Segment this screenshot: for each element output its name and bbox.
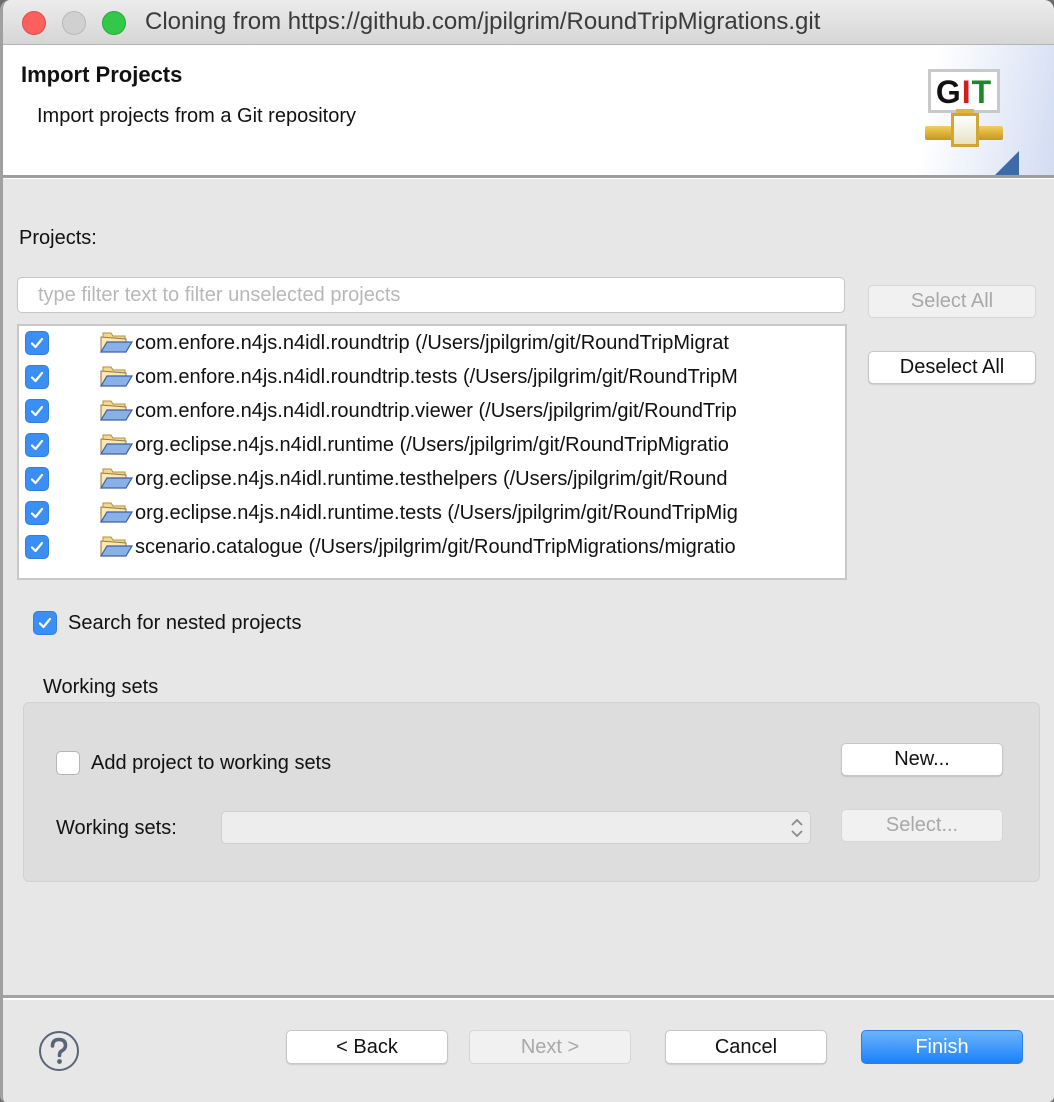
open-folder-icon [99,366,133,387]
wizard-banner: Import Projects Import projects from a G… [3,45,1054,178]
checkmark-icon [30,541,44,553]
project-row[interactable]: com.enfore.n4js.n4idl.roundtrip.viewer (… [19,394,845,428]
title-bar[interactable]: Cloning from https://github.com/jpilgrim… [3,0,1054,45]
maximize-window-button[interactable] [102,11,126,35]
new-working-set-button[interactable]: New... [841,743,1003,776]
wizard-content: Projects: com.enfore.n4js.n4idl.roundtri… [3,178,1054,995]
deselect-all-button[interactable]: Deselect All [868,351,1036,384]
project-row[interactable]: org.eclipse.n4js.n4idl.runtime.tests (/U… [19,496,845,530]
checkmark-icon [30,337,44,349]
finish-button[interactable]: Finish [861,1030,1023,1064]
project-row[interactable]: com.enfore.n4js.n4idl.roundtrip.tests (/… [19,360,845,394]
close-window-button[interactable] [22,11,46,35]
add-to-working-sets-label: Add project to working sets [91,751,332,774]
search-nested-label: Search for nested projects [68,611,302,634]
checkmark-icon [30,439,44,451]
project-label: com.enfore.n4js.n4idl.roundtrip.tests (/… [135,365,738,388]
checkmark-icon [30,507,44,519]
project-label: com.enfore.n4js.n4idl.roundtrip (/Users/… [135,331,729,354]
page-title: Import Projects [21,62,183,87]
projects-label: Projects: [19,227,97,249]
git-label-box: GIT [928,69,1000,113]
pipe-joint-icon [951,113,979,147]
open-folder-icon [99,400,133,421]
working-sets-combo[interactable] [221,811,811,844]
working-sets-group-title: Working sets [43,676,159,698]
project-list[interactable]: com.enfore.n4js.n4idl.roundtrip (/Users/… [17,324,847,580]
project-label: org.eclipse.n4js.n4idl.runtime (/Users/j… [135,433,729,456]
open-folder-icon [99,502,133,523]
git-letter-t: T [971,74,993,110]
back-button[interactable]: < Back [286,1030,448,1064]
git-letter-g: G [935,74,962,110]
open-folder-icon [99,536,133,557]
open-folder-icon [99,434,133,455]
add-to-working-sets-option[interactable]: Add project to working sets [56,751,331,775]
open-folder-icon [99,332,133,353]
search-nested-checkbox[interactable] [33,611,57,635]
project-checkbox[interactable] [25,467,49,491]
cancel-button[interactable]: Cancel [665,1030,827,1064]
search-nested-projects-option[interactable]: Search for nested projects [33,611,301,635]
project-label: org.eclipse.n4js.n4idl.runtime.testhelpe… [135,467,728,490]
project-checkbox[interactable] [25,433,49,457]
wizard-footer: < Back Next > Cancel Finish [3,995,1054,1102]
help-icon[interactable] [38,1030,80,1072]
open-folder-icon [99,468,133,489]
git-logo-icon: GIT [925,69,1019,175]
footer-divider [3,998,1054,1000]
checkmark-icon [30,473,44,485]
minimize-window-button[interactable] [62,11,86,35]
git-letter-i: I [961,74,972,110]
select-all-button[interactable]: Select All [868,285,1036,318]
project-label: scenario.catalogue (/Users/jpilgrim/git/… [135,535,736,558]
project-checkbox[interactable] [25,535,49,559]
project-label: com.enfore.n4js.n4idl.roundtrip.viewer (… [135,399,737,422]
project-row[interactable]: org.eclipse.n4js.n4idl.runtime.testhelpe… [19,462,845,496]
project-checkbox[interactable] [25,331,49,355]
project-row[interactable]: scenario.catalogue (/Users/jpilgrim/git/… [19,530,845,564]
checkmark-icon [38,617,52,629]
up-down-chevron-icon [791,818,803,838]
checkmark-icon [30,371,44,383]
project-checkbox[interactable] [25,501,49,525]
page-description: Import projects from a Git repository [37,105,356,127]
checkmark-icon [30,405,44,417]
add-to-working-sets-checkbox[interactable] [56,751,80,775]
working-sets-label: Working sets: [56,817,177,839]
select-working-sets-button[interactable]: Select... [841,809,1003,842]
import-projects-dialog: Cloning from https://github.com/jpilgrim… [0,0,1054,1102]
project-checkbox[interactable] [25,399,49,423]
import-wizard-corner-icon [995,151,1019,175]
project-label: org.eclipse.n4js.n4idl.runtime.tests (/U… [135,501,738,524]
project-row[interactable]: com.enfore.n4js.n4idl.roundtrip (/Users/… [19,326,845,360]
working-sets-group: Add project to working sets New... Worki… [23,702,1040,882]
next-button[interactable]: Next > [469,1030,631,1064]
project-filter-input[interactable] [17,277,845,313]
project-checkbox[interactable] [25,365,49,389]
window-title: Cloning from https://github.com/jpilgrim… [145,8,821,35]
project-row[interactable]: org.eclipse.n4js.n4idl.runtime (/Users/j… [19,428,845,462]
